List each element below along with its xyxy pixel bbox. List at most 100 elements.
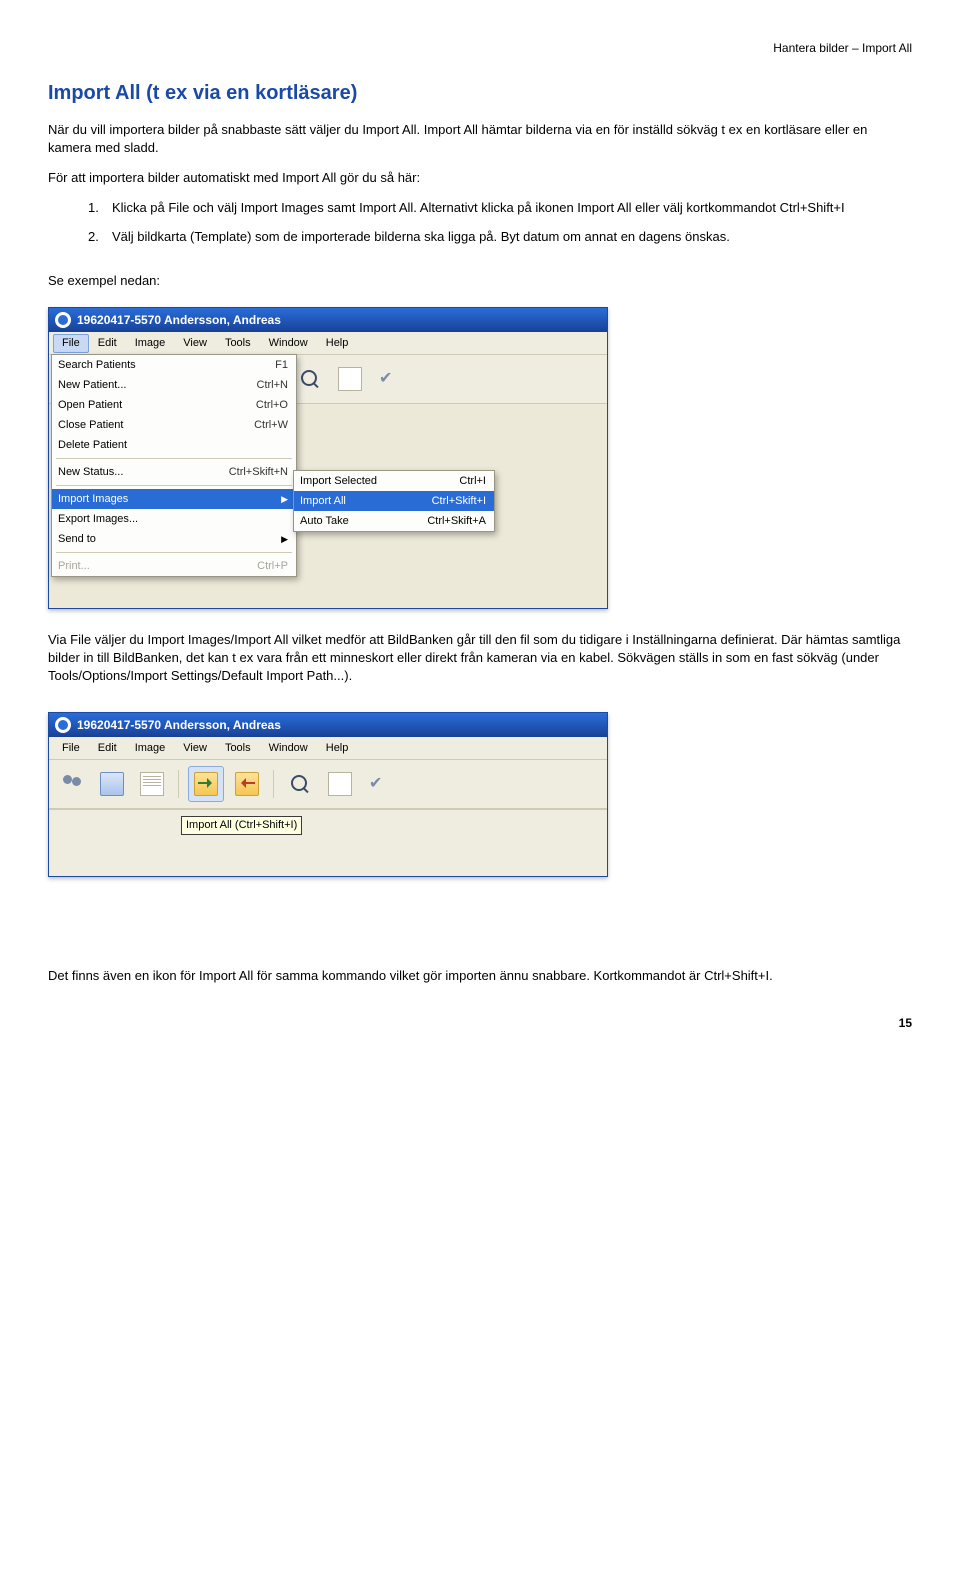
example-lead: Se exempel nedan: (48, 272, 912, 290)
search-icon (299, 368, 321, 390)
menu-shortcut: Ctrl+N (208, 378, 288, 393)
page-number: 15 (48, 1015, 912, 1031)
menu-image[interactable]: Image (126, 334, 175, 353)
toolbar-check-button[interactable] (363, 767, 397, 801)
instruction-subheading: För att importera bilder automatiskt med… (48, 169, 912, 187)
menu-tools[interactable]: Tools (216, 334, 260, 353)
toolbar-note-button[interactable] (135, 767, 169, 801)
menu-new-status[interactable]: New Status... Ctrl+Skift+N (52, 462, 296, 482)
section-title: Import All (t ex via en kortläsare) (48, 80, 912, 107)
menu-search-patients[interactable]: Search Patients F1 (52, 355, 296, 375)
menu-image[interactable]: Image (126, 739, 175, 758)
menu-new-patient[interactable]: New Patient... Ctrl+N (52, 375, 296, 395)
search-icon (289, 773, 311, 795)
menu-window[interactable]: Window (260, 739, 317, 758)
app-icon (55, 312, 71, 328)
toolbar (49, 760, 607, 809)
step-text: Klicka på File och välj Import Images sa… (112, 199, 845, 217)
step-number: 1. (88, 199, 112, 217)
document-icon (328, 772, 352, 796)
document-icon (338, 367, 362, 391)
toolbar-import-all-button[interactable] (188, 766, 224, 802)
submenu-auto-take[interactable]: Auto Take Ctrl+Skift+A (294, 511, 494, 531)
toolbar-separator (178, 770, 179, 798)
menu-label: Export Images... (58, 512, 208, 527)
menu-shortcut: Ctrl+Skift+A (402, 514, 486, 529)
mid-paragraph: Via File väljer du Import Images/Import … (48, 631, 912, 684)
menu-help[interactable]: Help (317, 334, 358, 353)
import-images-submenu: Import Selected Ctrl+I Import All Ctrl+S… (293, 470, 495, 532)
menu-shortcut: F1 (208, 358, 288, 373)
app-window: 19620417-5570 Andersson, Andreas File Ed… (48, 712, 608, 877)
menu-view[interactable]: View (174, 739, 216, 758)
step-list: 1. Klicka på File och välj Import Images… (88, 199, 912, 246)
intro-paragraph: När du vill importera bilder på snabbast… (48, 121, 912, 156)
toolbar-patients-button[interactable] (55, 767, 89, 801)
app-canvas: Import All (Ctrl+Shift+I) (49, 809, 607, 876)
menu-label: Import Selected (300, 474, 402, 489)
toolbar-patient-card-button[interactable] (95, 767, 129, 801)
menu-shortcut: Ctrl+Skift+N (208, 465, 288, 480)
menu-file[interactable]: File (53, 739, 89, 758)
screenshot-file-menu: 19620417-5570 Andersson, Andreas File Ed… (48, 307, 608, 609)
menu-label: Import All (300, 494, 402, 509)
menu-close-patient[interactable]: Close Patient Ctrl+W (52, 415, 296, 435)
check-icon (379, 368, 401, 390)
toolbar-new-doc-button[interactable] (333, 362, 367, 396)
folder-icon (235, 772, 259, 796)
menu-file[interactable]: File (53, 334, 89, 353)
menu-delete-patient[interactable]: Delete Patient (52, 435, 296, 455)
menu-import-images[interactable]: Import Images ▶ (52, 489, 296, 509)
menu-window[interactable]: Window (260, 334, 317, 353)
card-icon (100, 772, 124, 796)
menu-label: Import Images (58, 492, 281, 507)
menu-label: Print... (58, 559, 208, 574)
step-2: 2. Välj bildkarta (Template) som de impo… (88, 228, 912, 246)
menu-edit[interactable]: Edit (89, 739, 126, 758)
step-1: 1. Klicka på File och välj Import Images… (88, 199, 912, 217)
menu-view[interactable]: View (174, 334, 216, 353)
menu-divider (56, 552, 292, 553)
menu-label: New Patient... (58, 378, 208, 393)
menu-label: Delete Patient (58, 438, 208, 453)
screenshot-toolbar: 19620417-5570 Andersson, Andreas File Ed… (48, 712, 608, 877)
people-icon (61, 773, 83, 795)
menu-help[interactable]: Help (317, 739, 358, 758)
toolbar-search-button[interactable] (283, 767, 317, 801)
menu-divider (56, 485, 292, 486)
tooltip-import-all: Import All (Ctrl+Shift+I) (181, 816, 302, 835)
menu-label: New Status... (58, 465, 208, 480)
toolbar-separator (273, 770, 274, 798)
toolbar-search-button[interactable] (293, 362, 327, 396)
toolbar-export-button[interactable] (230, 767, 264, 801)
menu-shortcut: Ctrl+W (208, 418, 288, 433)
export-arrow-icon (236, 773, 258, 795)
menubar: File Edit Image View Tools Window Help (49, 737, 607, 760)
submenu-import-all[interactable]: Import All Ctrl+Skift+I (294, 491, 494, 511)
import-arrow-icon (195, 773, 217, 795)
menu-export-images[interactable]: Export Images... (52, 509, 296, 529)
step-number: 2. (88, 228, 112, 246)
check-icon (369, 773, 391, 795)
menu-tools[interactable]: Tools (216, 739, 260, 758)
chevron-right-icon: ▶ (281, 493, 288, 505)
menu-send-to[interactable]: Send to ▶ (52, 529, 296, 549)
titlebar[interactable]: 19620417-5570 Andersson, Andreas (49, 713, 607, 737)
menu-edit[interactable]: Edit (89, 334, 126, 353)
note-icon (140, 772, 164, 796)
menu-shortcut: Ctrl+I (402, 474, 486, 489)
menu-print: Print... Ctrl+P (52, 556, 296, 576)
toolbar-new-doc-button[interactable] (323, 767, 357, 801)
folder-icon (194, 772, 218, 796)
end-paragraph: Det finns även en ikon för Import All fö… (48, 967, 912, 985)
menu-shortcut: Ctrl+P (208, 559, 288, 574)
menu-label: Close Patient (58, 418, 208, 433)
titlebar[interactable]: 19620417-5570 Andersson, Andreas (49, 308, 607, 332)
window-title: 19620417-5570 Andersson, Andreas (77, 717, 281, 733)
menu-open-patient[interactable]: Open Patient Ctrl+O (52, 395, 296, 415)
app-icon (55, 717, 71, 733)
menu-label: Open Patient (58, 398, 208, 413)
file-dropdown: Search Patients F1 New Patient... Ctrl+N… (51, 354, 297, 577)
submenu-import-selected[interactable]: Import Selected Ctrl+I (294, 471, 494, 491)
toolbar-check-button[interactable] (373, 362, 407, 396)
